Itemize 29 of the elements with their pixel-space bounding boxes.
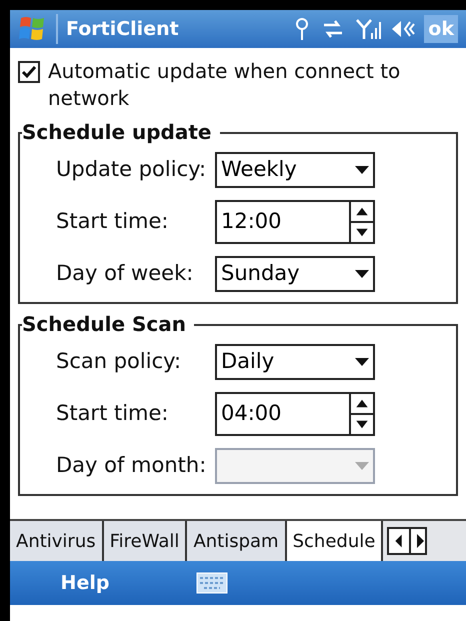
- checkbox[interactable]: [18, 61, 40, 83]
- dropdown[interactable]: Daily: [215, 344, 375, 380]
- time-spinner[interactable]: 12:00: [215, 200, 375, 244]
- field-label: Day of week:: [55, 260, 194, 288]
- signal-icon[interactable]: [356, 18, 382, 40]
- caret-icon: [355, 166, 369, 174]
- field-label: Start time:: [55, 208, 170, 236]
- keyboard-icon[interactable]: [196, 572, 228, 594]
- caret-icon: [355, 358, 369, 366]
- antenna-icon[interactable]: [294, 17, 310, 41]
- tab[interactable]: FireWall: [104, 521, 188, 561]
- help-button[interactable]: Help: [10, 568, 160, 598]
- caret-icon: [355, 462, 369, 470]
- tab[interactable]: Antispam: [187, 521, 287, 561]
- sync-arrows-icon[interactable]: [322, 19, 344, 39]
- check-icon: [21, 65, 37, 79]
- tab[interactable]: Schedule: [286, 521, 384, 561]
- field-label: Day of month:: [55, 452, 208, 480]
- field-label: Update policy:: [55, 156, 208, 184]
- dropdown[interactable]: Weekly: [215, 152, 375, 188]
- speaker-icon[interactable]: [390, 18, 416, 40]
- field-label: Start time:: [55, 400, 170, 428]
- checkbox-label: Automatic update when connect to network: [48, 58, 402, 112]
- time-spinner[interactable]: 04:00: [215, 392, 375, 436]
- tab[interactable]: Antivirus: [10, 521, 104, 561]
- caret-icon: [355, 270, 369, 278]
- window-title: FortiClient: [66, 16, 180, 42]
- dropdown[interactable]: Sunday: [215, 256, 375, 292]
- field-label: Scan policy:: [55, 348, 182, 376]
